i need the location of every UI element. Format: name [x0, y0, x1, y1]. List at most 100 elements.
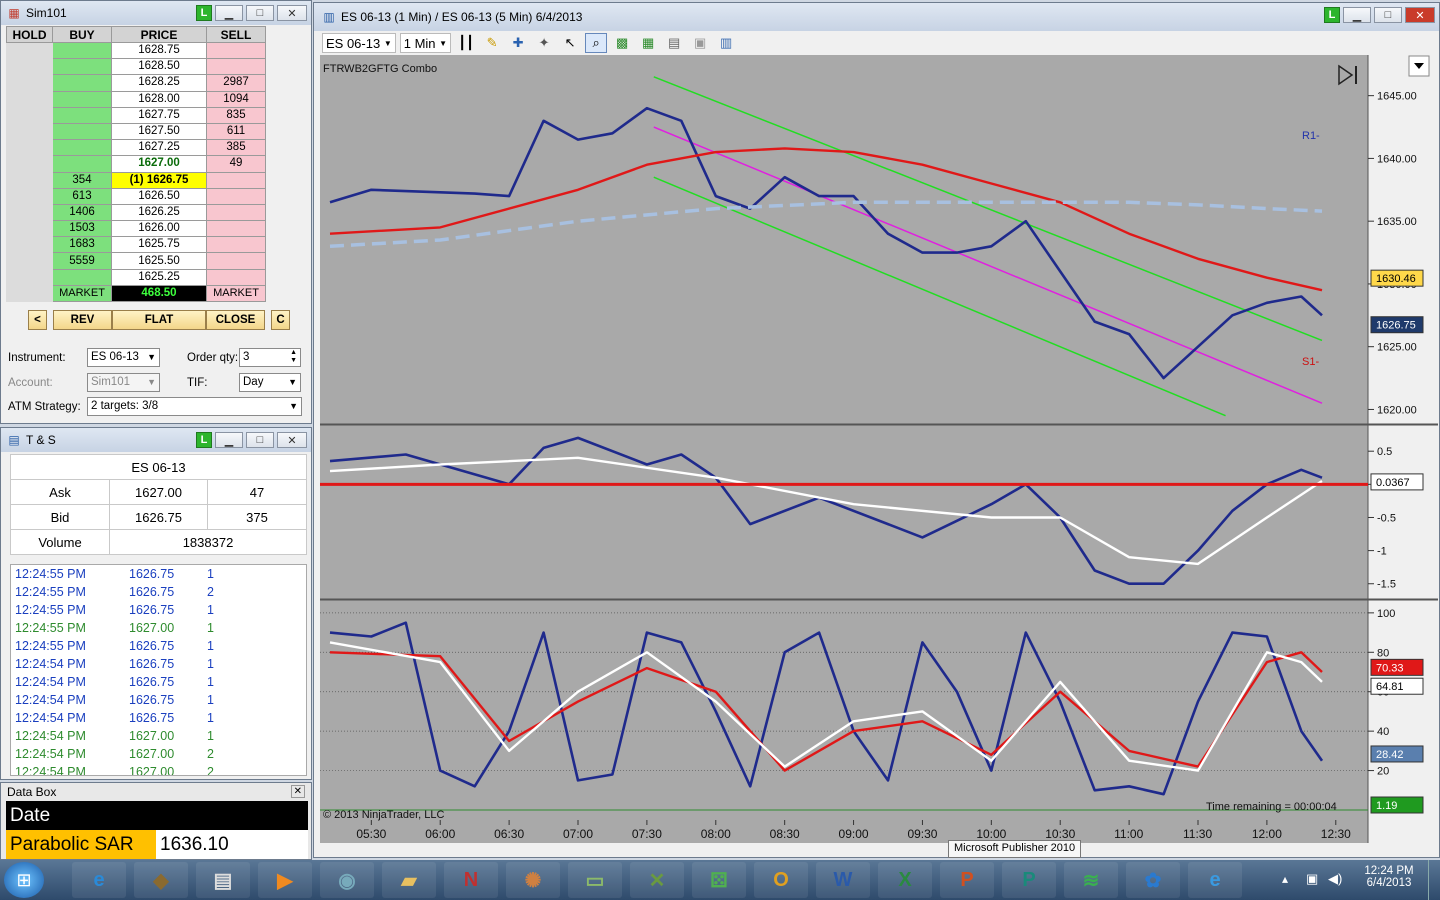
- sell-cell[interactable]: [206, 203, 266, 222]
- ninjatrader-icon[interactable]: N: [444, 862, 498, 898]
- close-window-button[interactable]: ✕: [277, 432, 307, 448]
- minimize-button[interactable]: ▁: [1343, 7, 1371, 23]
- chat-icon[interactable]: ◉: [320, 862, 374, 898]
- market-sell-button[interactable]: MARKET: [206, 284, 266, 303]
- sell-cell[interactable]: [206, 236, 266, 254]
- close-icon[interactable]: ✕: [290, 785, 305, 798]
- sell-cell[interactable]: [206, 268, 266, 286]
- atm-strategy-select[interactable]: 2 targets: 3/8 ▼: [87, 397, 302, 416]
- link-button[interactable]: L: [1324, 7, 1340, 23]
- sell-cell[interactable]: 2987: [206, 74, 266, 92]
- global-crosshair-icon[interactable]: ✦: [533, 33, 555, 53]
- tray-arrow-icon[interactable]: ▴: [1282, 872, 1288, 886]
- close-window-button[interactable]: ✕: [277, 5, 307, 21]
- ts-titlebar[interactable]: ▤ T & S L ▁ □ ✕: [1, 428, 311, 452]
- buy-cell[interactable]: 1683: [52, 236, 112, 254]
- document-icon[interactable]: ▤: [196, 862, 250, 898]
- buy-cell[interactable]: [52, 74, 112, 92]
- sell-cell[interactable]: 611: [206, 122, 266, 141]
- sell-cell[interactable]: 1094: [206, 90, 266, 108]
- media-player-icon[interactable]: ▶: [258, 862, 312, 898]
- strategies-icon[interactable]: ▦: [637, 33, 659, 53]
- sell-cell[interactable]: 49: [206, 155, 266, 173]
- sell-cell[interactable]: 385: [206, 139, 266, 157]
- internet-explorer-icon[interactable]: e: [72, 862, 126, 898]
- buy-cell[interactable]: [52, 90, 112, 108]
- buy-cell[interactable]: [52, 155, 112, 173]
- instrument-selector[interactable]: ES 06-13 ▼: [322, 33, 396, 53]
- data-box-icon[interactable]: ▥: [715, 33, 737, 53]
- sell-cell[interactable]: [206, 252, 266, 270]
- buy-cell[interactable]: 1503: [52, 220, 112, 238]
- compass-icon[interactable]: ✺: [506, 862, 560, 898]
- powerpoint-icon[interactable]: P: [940, 862, 994, 898]
- buy-cell[interactable]: 1406: [52, 203, 112, 222]
- instrument-select[interactable]: ES 06-13 ▼: [87, 348, 160, 367]
- buy-cell[interactable]: 5559: [52, 252, 112, 270]
- reverse-button[interactable]: REV: [53, 310, 112, 330]
- close-position-button[interactable]: CLOSE: [206, 310, 265, 330]
- publisher-icon[interactable]: P: [1002, 862, 1056, 898]
- buy-cell[interactable]: [52, 139, 112, 157]
- start-button[interactable]: ⊞: [4, 862, 44, 898]
- c-button[interactable]: C: [271, 310, 290, 330]
- sell-cell[interactable]: [206, 187, 266, 205]
- tif-select[interactable]: Day ▼: [239, 373, 301, 392]
- dice-icon[interactable]: ⚄: [692, 862, 746, 898]
- sell-cell[interactable]: [206, 58, 266, 76]
- indicators-icon[interactable]: ▩: [611, 33, 633, 53]
- excel-icon[interactable]: X: [878, 862, 932, 898]
- volume-icon[interactable]: ◀): [1328, 871, 1342, 887]
- ladder-row: 1627.25 385: [6, 139, 266, 157]
- close-window-button[interactable]: ✕: [1405, 7, 1435, 23]
- sell-cell[interactable]: [206, 171, 266, 189]
- properties-icon[interactable]: ▤: [663, 33, 685, 53]
- chart-canvas[interactable]: 1645.001640.001635.001630.001625.001620.…: [320, 55, 1438, 855]
- chart-titlebar[interactable]: ▥ ES 06-13 (1 Min) / ES 06-13 (5 Min) 6/…: [314, 3, 1439, 31]
- show-desktop-button[interactable]: [1428, 860, 1440, 900]
- flatten-button[interactable]: FLAT: [112, 310, 206, 330]
- crosshair-icon[interactable]: ✚: [507, 33, 529, 53]
- collapse-button[interactable]: <: [28, 310, 47, 330]
- minimize-button[interactable]: ▁: [215, 432, 243, 448]
- buy-cell[interactable]: 354: [52, 171, 112, 189]
- pointer-icon[interactable]: ↖: [559, 33, 581, 53]
- maximize-button[interactable]: □: [1374, 7, 1402, 23]
- flower-icon[interactable]: ✿: [1126, 862, 1180, 898]
- link-button[interactable]: L: [196, 432, 212, 448]
- buy-cell[interactable]: [52, 122, 112, 141]
- superdom-titlebar[interactable]: ▦ Sim101 L ▁ □ ✕: [1, 1, 311, 25]
- ie-icon[interactable]: e: [1188, 862, 1242, 898]
- buy-cell[interactable]: [52, 41, 112, 60]
- outlook-icon[interactable]: O: [754, 862, 808, 898]
- interval-selector[interactable]: 1 Min ▼: [399, 33, 452, 53]
- sell-cell[interactable]: [206, 220, 266, 238]
- buy-cell[interactable]: [52, 268, 112, 286]
- app-icon[interactable]: ◆: [134, 862, 188, 898]
- folder-icon[interactable]: ▰: [382, 862, 436, 898]
- spinner-icon[interactable]: ▲ ▼: [290, 349, 297, 365]
- spotify-icon[interactable]: ≋: [1064, 862, 1118, 898]
- buy-cell[interactable]: [52, 106, 112, 124]
- bar-style-icon[interactable]: ┃┃: [455, 33, 477, 53]
- link-button[interactable]: L: [196, 5, 212, 21]
- network-icon[interactable]: ▣: [1306, 871, 1318, 887]
- snapshot-icon[interactable]: ▣: [689, 33, 711, 53]
- notes-icon[interactable]: ▭: [568, 862, 622, 898]
- zoom-icon[interactable]: ⌕: [585, 33, 608, 53]
- word-icon[interactable]: W: [816, 862, 870, 898]
- order-qty-stepper[interactable]: 3 ▲ ▼: [239, 348, 301, 367]
- maximize-button[interactable]: □: [246, 432, 274, 448]
- buy-cell[interactable]: [52, 58, 112, 76]
- buy-cell[interactable]: 613: [52, 187, 112, 205]
- clock[interactable]: 12:24 PM 6/4/2013: [1358, 865, 1420, 889]
- chart-scroll-dropdown-icon[interactable]: [1408, 55, 1430, 77]
- pencil-icon[interactable]: ✎: [481, 33, 503, 53]
- minimize-button[interactable]: ▁: [215, 5, 243, 21]
- maximize-button[interactable]: □: [246, 5, 274, 21]
- trade-list[interactable]: 12:24:55 PM 1626.75 1 12:24:55 PM 1626.75 2 12…: [10, 564, 307, 776]
- sell-cell[interactable]: 835: [206, 106, 266, 124]
- market-buy-button[interactable]: MARKET: [52, 284, 112, 303]
- sell-cell[interactable]: [206, 41, 266, 60]
- app-x-icon[interactable]: ✕: [630, 862, 684, 898]
